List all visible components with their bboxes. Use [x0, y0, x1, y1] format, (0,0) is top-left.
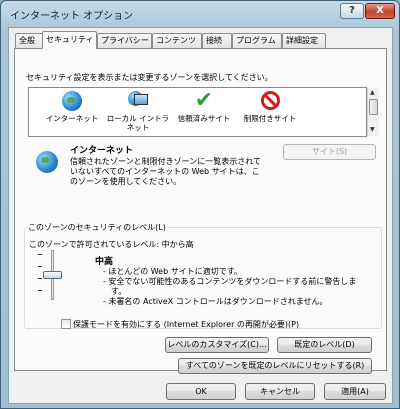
slider-tick: [38, 266, 42, 267]
dialog-body: 全般 セキュリティ プライバシー コンテンツ 接続 プログラム 詳細設定 セキュ…: [8, 27, 393, 404]
selected-zone-name: インターネット: [70, 146, 134, 156]
window-title: インターネット オプション: [10, 11, 134, 22]
zone-label: ローカル イントラネット: [106, 114, 170, 132]
zone-list: インターネット ローカル イントラネット ✔ 信頼済みサイト 制限付きサイト ▲: [28, 87, 379, 137]
scroll-down-icon[interactable]: ▼: [370, 126, 375, 133]
level-description-line: - 安全でない可能性のあるコンテンツをダウンロードする前に警告しま: [103, 277, 357, 286]
security-level-slider[interactable]: [29, 199, 69, 309]
cancel-button[interactable]: キャンセル: [245, 383, 315, 400]
security-tab-panel: セキュリティ設定を表示または変更するゾーンを選択してください。 インターネット …: [14, 48, 387, 374]
scroll-up-icon[interactable]: ▲: [370, 89, 375, 96]
zone-label: インターネット: [45, 114, 99, 123]
title-bar[interactable]: インターネット オプション ? X: [1, 1, 399, 27]
intranet-icon: [127, 90, 149, 112]
close-button[interactable]: X: [365, 3, 395, 19]
ok-button[interactable]: OK: [166, 383, 236, 400]
zone-list-scrollbar[interactable]: ▲ ▼: [367, 88, 379, 136]
zone-select-prompt: セキュリティ設定を表示または変更するゾーンを選択してください。: [26, 73, 273, 82]
slider-tick: [38, 254, 42, 255]
selected-zone-globe-icon: [35, 150, 59, 174]
tab-strip: 全般 セキュリティ プライバシー コンテンツ 接続 プログラム 詳細設定: [15, 31, 390, 49]
scroll-thumb[interactable]: [369, 99, 378, 115]
protected-mode-label[interactable]: 保護モードを有効にする (Internet Explorer の再開が必要)(P…: [73, 319, 299, 330]
zone-trusted-sites[interactable]: ✔ 信頼済みサイト: [171, 90, 237, 136]
zone-internet[interactable]: インターネット: [39, 90, 105, 136]
protected-mode-checkbox[interactable]: [61, 319, 71, 329]
globe-icon: [61, 90, 83, 112]
tab-programs[interactable]: プログラム: [232, 33, 282, 48]
internet-options-window: インターネット オプション ? X 全般 セキュリティ プライバシー コンテンツ…: [0, 0, 400, 409]
zone-label: 信頼済みサイト: [177, 114, 231, 123]
slider-thumb[interactable]: [43, 271, 62, 279]
help-button[interactable]: ?: [340, 3, 364, 19]
no-entry-icon: [259, 90, 281, 112]
zone-local-intranet[interactable]: ローカル イントラネット: [105, 90, 171, 136]
tab-connections[interactable]: 接続: [202, 33, 232, 48]
apply-button[interactable]: 適用(A): [324, 383, 386, 400]
zone-restricted-sites[interactable]: 制限付きサイト: [237, 90, 303, 136]
default-level-button[interactable]: 既定のレベル(D): [277, 337, 372, 353]
tab-content[interactable]: コンテンツ: [152, 33, 202, 48]
checkmark-icon: ✔: [194, 88, 214, 113]
level-description-line: - 未署名の ActiveX コントロールはダウンロードされません。: [103, 297, 328, 306]
tab-security[interactable]: セキュリティ: [42, 31, 97, 49]
zone-description-line: のゾーンを使用してください。: [70, 177, 182, 186]
zone-label: 制限付きサイト: [243, 114, 297, 123]
slider-tick: [38, 278, 42, 279]
slider-tick: [38, 290, 42, 291]
custom-level-button[interactable]: レベルのカスタマイズ(C)...: [165, 337, 269, 353]
sites-button[interactable]: サイト(S): [283, 144, 376, 160]
tab-advanced[interactable]: 詳細設定: [282, 33, 326, 48]
tab-privacy[interactable]: プライバシー: [97, 33, 152, 48]
tab-general[interactable]: 全般: [15, 33, 43, 48]
reset-all-zones-button[interactable]: すべてのゾーンを既定のレベルにリセットする(R): [178, 358, 372, 374]
